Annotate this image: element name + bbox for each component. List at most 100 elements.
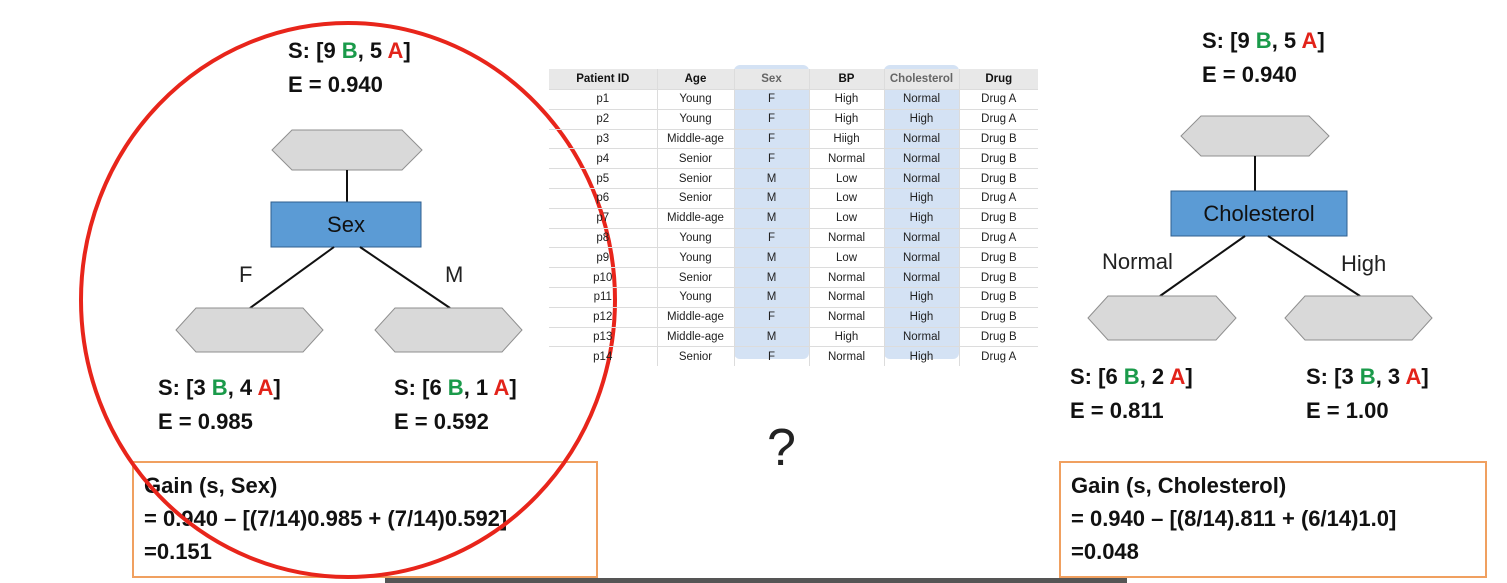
left-m-entropy: E = 0.592	[394, 409, 489, 434]
table-cell: Drug B	[958, 148, 1038, 169]
table-cell: Normal	[883, 128, 959, 149]
table-header-cell: Drug	[958, 69, 1038, 90]
table-cell: M	[733, 187, 809, 209]
left-m-prefix: S: [6	[394, 375, 448, 400]
right-root-stats: S: [9 B, 5 A] E = 0.940	[1202, 24, 1325, 92]
table-cell: Normal	[883, 326, 959, 347]
table-cell: Normal	[808, 286, 884, 308]
table-cell: Drug A	[958, 346, 1038, 367]
cholesterol-node-label: Cholesterol	[1203, 201, 1315, 226]
left-gain-box: Gain (s, Sex) = 0.940 – [(7/14)0.985 + (…	[132, 461, 598, 578]
left-f-mid: , 4	[227, 375, 258, 400]
right-root-entropy: E = 0.940	[1202, 62, 1297, 87]
table-cell: High	[883, 187, 959, 209]
left-branch-f-line	[249, 246, 335, 309]
table-cell: High	[808, 89, 884, 110]
right-high-suffix: ]	[1421, 364, 1429, 389]
table-cell: Young	[656, 227, 734, 248]
table-header-cell: Age	[656, 69, 734, 90]
right-root-a: A	[1301, 28, 1318, 53]
table-cell: High	[883, 306, 959, 328]
table-cell: Low	[808, 247, 884, 268]
table-row: p3 Middle-age F Hiigh Normal Drug B	[549, 128, 1038, 149]
table-cell: Normal	[883, 227, 959, 248]
right-high-a: A	[1405, 364, 1422, 389]
table-row: p7 Middle-age M Low High Drug B	[549, 207, 1038, 229]
table-cell: High	[883, 346, 959, 367]
table-cell: Young	[656, 286, 734, 308]
table-cell: Drug B	[958, 306, 1038, 328]
table-cell: Drug A	[958, 89, 1038, 110]
right-normal-child-stats: S: [6 B, 2 A] E = 0.811	[1070, 360, 1193, 428]
table-cell: Normal	[883, 89, 959, 110]
table-cell: F	[733, 306, 809, 328]
left-f-b: B	[211, 375, 228, 400]
table-cell: M	[733, 286, 809, 308]
table-header-cell: BP	[808, 69, 884, 90]
table-cell: High	[808, 326, 884, 347]
table-cell: p13	[549, 326, 657, 347]
table-cell: Normal	[883, 168, 959, 189]
table-cell: M	[733, 326, 809, 347]
branch-label-f: F	[239, 262, 253, 287]
table-cell: F	[733, 128, 809, 149]
table-cell: High	[883, 108, 959, 130]
left-branch-m-line	[359, 246, 451, 309]
table-cell: Normal	[808, 346, 884, 367]
table-cell: Drug B	[958, 247, 1038, 268]
table-cell: F	[733, 108, 809, 130]
table-cell: Low	[808, 168, 884, 189]
bottom-bar	[385, 578, 1127, 583]
branch-label-normal: Normal	[1102, 249, 1173, 274]
table-row: p9 Young M Low Normal Drug B	[549, 247, 1038, 268]
table-cell: Drug A	[958, 108, 1038, 130]
table-row: p14 Senior F Normal High Drug A	[549, 346, 1038, 367]
left-f-suffix: ]	[273, 375, 281, 400]
table-header-cell: Sex	[733, 69, 809, 90]
table-cell: p8	[549, 227, 657, 248]
table-cell: Hiigh	[808, 128, 884, 149]
table-cell: Drug B	[958, 168, 1038, 189]
table-row: p5 Senior M Low Normal Drug B	[549, 168, 1038, 189]
right-high-child-stats: S: [3 B, 3 A] E = 1.00	[1306, 360, 1429, 428]
right-gain-formula: = 0.940 – [(8/14).811 + (6/14)1.0]	[1071, 506, 1397, 531]
table-row: p12 Middle-age F Normal High Drug B	[549, 306, 1038, 328]
left-root-a: A	[387, 38, 404, 63]
table-cell: p3	[549, 128, 657, 149]
table-row: p10 Senior M Normal Normal Drug B	[549, 267, 1038, 288]
right-high-prefix: S: [3	[1306, 364, 1360, 389]
table-cell: p7	[549, 207, 657, 229]
table-cell: Normal	[808, 148, 884, 169]
table-cell: High	[883, 207, 959, 229]
right-normal-suffix: ]	[1185, 364, 1193, 389]
left-m-b: B	[447, 375, 464, 400]
table-cell: Middle-age	[656, 128, 734, 149]
left-f-entropy: E = 0.985	[158, 409, 253, 434]
table-cell: F	[733, 346, 809, 367]
table-cell: F	[733, 227, 809, 248]
table-cell: Drug B	[958, 286, 1038, 308]
table-cell: Senior	[656, 148, 734, 169]
left-gain-title: Gain (s, Sex)	[144, 473, 278, 498]
sex-node-label: Sex	[327, 212, 365, 237]
left-f-a: A	[257, 375, 274, 400]
table-row: p8 Young F Normal Normal Drug A	[549, 227, 1038, 248]
table-cell: Normal	[808, 267, 884, 288]
table-header-cell: Patient ID	[549, 69, 657, 90]
table-cell: p9	[549, 247, 657, 268]
right-root-suffix: ]	[1317, 28, 1325, 53]
table-cell: M	[733, 247, 809, 268]
branch-label-m: M	[445, 262, 464, 287]
table-header-row: Patient ID Age Sex BP Cholesterol Drug	[549, 69, 1038, 90]
table-cell: Drug A	[958, 227, 1038, 248]
table-cell: Drug A	[958, 187, 1038, 209]
right-normal-prefix: S: [6	[1070, 364, 1124, 389]
table-cell: Normal	[808, 227, 884, 248]
table-cell: Low	[808, 187, 884, 209]
table-cell: p12	[549, 306, 657, 328]
table-cell: Drug B	[958, 207, 1038, 229]
table-cell: Middle-age	[656, 207, 734, 229]
table-row: p2 Young F High High Drug A	[549, 108, 1038, 130]
table-cell: Young	[656, 247, 734, 268]
patient-data-table: Patient ID Age Sex BP Cholesterol Drug p1 Youn…	[549, 69, 1038, 367]
